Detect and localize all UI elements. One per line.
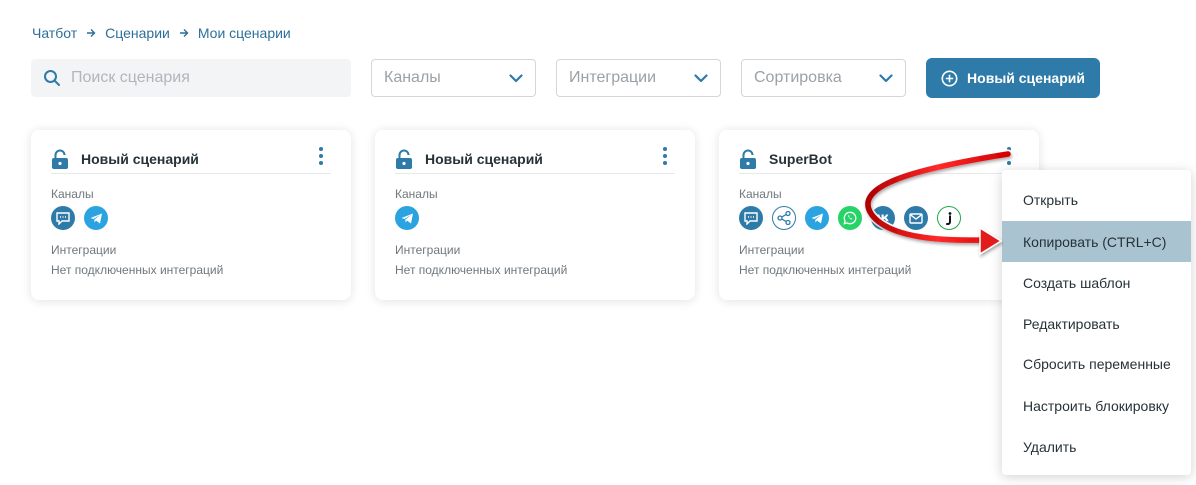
whatsapp-icon xyxy=(838,206,862,230)
telegram-icon xyxy=(805,206,829,230)
integrations-label: Интеграции xyxy=(51,243,117,257)
sort-select[interactable]: Сортировка xyxy=(741,59,906,97)
share-icon xyxy=(772,206,796,230)
search-icon xyxy=(43,69,61,87)
chevron-down-icon xyxy=(509,73,523,83)
menu-item-delete[interactable]: Удалить xyxy=(1002,426,1191,467)
channels-label: Каналы xyxy=(395,187,438,201)
integrations-select-placeholder: Интеграции xyxy=(569,69,657,86)
breadcrumb-scenarios[interactable]: Сценарии xyxy=(105,25,170,41)
new-scenario-button-label: Новый сценарий xyxy=(967,70,1085,86)
channels-select[interactable]: Каналы xyxy=(371,59,536,97)
integrations-label: Интеграции xyxy=(395,243,461,257)
integrations-value: Нет подключенных интеграций xyxy=(739,263,912,277)
channels-list xyxy=(395,206,419,230)
scenario-card[interactable]: SuperBot Каналы Интеграции Нет подключен… xyxy=(719,130,1039,300)
integrations-value: Нет подключенных интеграций xyxy=(395,263,568,277)
scenario-card-header: Новый сценарий xyxy=(51,144,331,174)
scenario-card[interactable]: Новый сценарий Каналы Интеграции Нет под… xyxy=(31,130,351,300)
menu-item-open[interactable]: Открыть xyxy=(1002,179,1191,220)
lock-icon xyxy=(739,149,757,169)
arrow-right-icon xyxy=(86,28,96,38)
chat-widget-icon xyxy=(739,206,763,230)
scenario-card[interactable]: Новый сценарий Каналы Интеграции Нет под… xyxy=(375,130,695,300)
chevron-down-icon xyxy=(694,73,708,83)
scenario-title: SuperBot xyxy=(769,150,832,167)
scenario-title: Новый сценарий xyxy=(425,150,543,167)
telegram-icon xyxy=(395,206,419,230)
more-vertical-icon[interactable] xyxy=(655,145,675,167)
breadcrumb-chatbot[interactable]: Чатбот xyxy=(32,25,77,41)
plus-circle-icon xyxy=(941,70,958,87)
breadcrumb: Чатбот Сценарии Мои сценарии xyxy=(32,25,291,41)
jivo-icon xyxy=(937,206,961,230)
scenario-card-header: Новый сценарий xyxy=(395,144,675,174)
scenario-card-header: SuperBot xyxy=(739,144,1019,174)
channels-list xyxy=(51,206,108,230)
telegram-icon xyxy=(84,206,108,230)
breadcrumb-my-scenarios[interactable]: Мои сценарии xyxy=(198,25,291,41)
lock-icon xyxy=(395,149,413,169)
integrations-select[interactable]: Интеграции xyxy=(556,59,721,97)
menu-item-reset-variables[interactable]: Сбросить переменные xyxy=(1002,343,1191,384)
search-box xyxy=(31,59,351,97)
menu-item-copy[interactable]: Копировать (CTRL+C) xyxy=(1002,221,1191,262)
menu-item-create-template[interactable]: Создать шаблон xyxy=(1002,262,1191,303)
arrow-right-icon xyxy=(179,28,189,38)
menu-item-configure-lock[interactable]: Настроить блокировку xyxy=(1002,385,1191,426)
menu-item-edit[interactable]: Редактировать xyxy=(1002,303,1191,344)
chevron-down-icon xyxy=(879,73,893,83)
sort-select-placeholder: Сортировка xyxy=(754,69,842,86)
more-vertical-icon[interactable] xyxy=(311,145,331,167)
integrations-label: Интеграции xyxy=(739,243,805,257)
channels-label: Каналы xyxy=(739,187,782,201)
integrations-value: Нет подключенных интеграций xyxy=(51,263,224,277)
lock-icon xyxy=(51,149,69,169)
email-icon xyxy=(904,206,928,230)
channels-select-placeholder: Каналы xyxy=(384,69,441,86)
context-menu: Открыть Копировать (CTRL+C) Создать шабл… xyxy=(1002,170,1191,475)
chat-widget-icon xyxy=(51,206,75,230)
channels-list xyxy=(739,206,961,230)
vk-icon xyxy=(871,206,895,230)
channels-label: Каналы xyxy=(51,187,94,201)
search-input[interactable] xyxy=(71,69,331,87)
more-vertical-icon[interactable] xyxy=(999,145,1019,167)
scenario-title: Новый сценарий xyxy=(81,150,199,167)
new-scenario-button[interactable]: Новый сценарий xyxy=(926,58,1100,98)
